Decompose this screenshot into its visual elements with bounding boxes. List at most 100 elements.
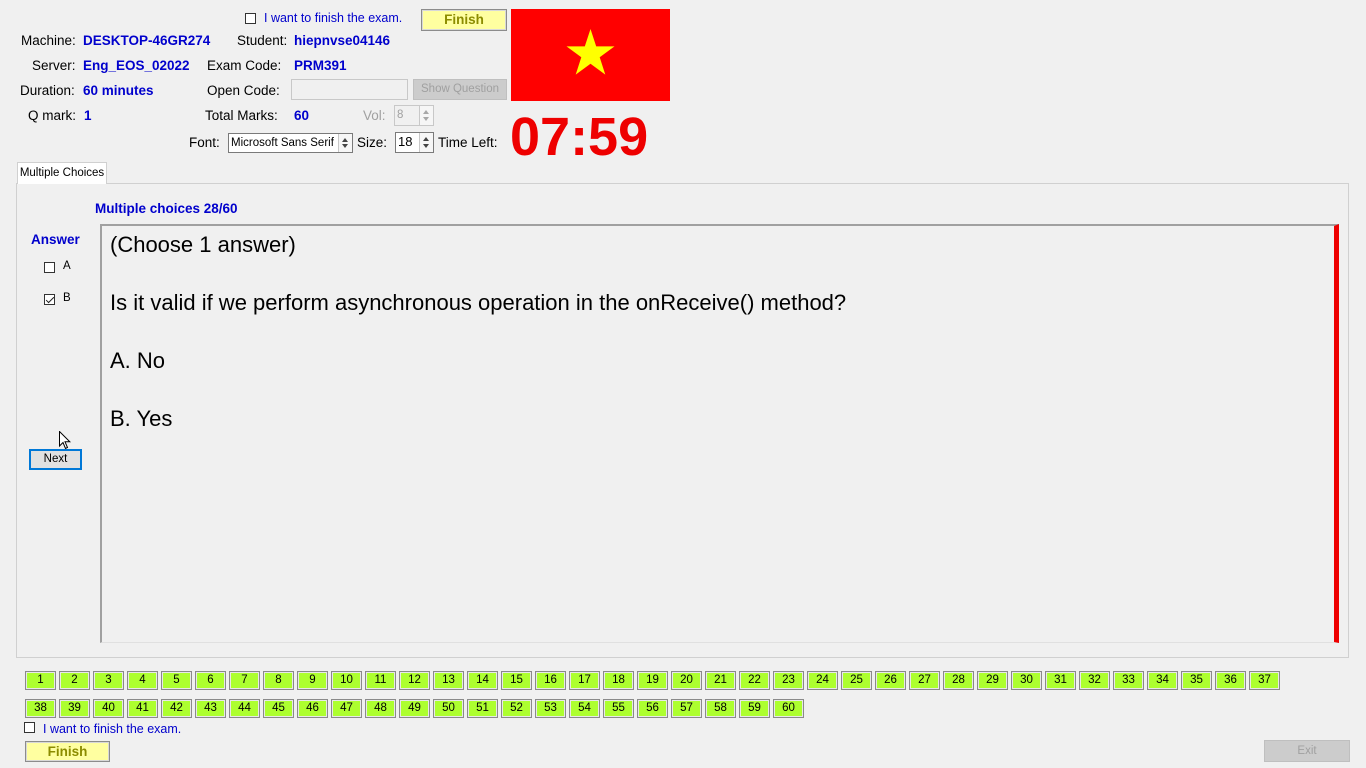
time-left-label: Time Left: xyxy=(438,135,498,150)
machine-label: Machine: xyxy=(21,33,76,48)
question-number-button[interactable]: 23 xyxy=(773,671,804,690)
finish-exam-label-top: I want to finish the exam. xyxy=(264,11,403,25)
vol-spinner[interactable]: 8 xyxy=(394,105,434,126)
question-number-button[interactable]: 56 xyxy=(637,699,668,718)
question-number-button[interactable]: 34 xyxy=(1147,671,1178,690)
question-content-box xyxy=(100,224,1339,643)
question-number-button[interactable]: 8 xyxy=(263,671,294,690)
question-number-button[interactable]: 55 xyxy=(603,699,634,718)
answer-heading: Answer xyxy=(31,232,80,247)
mouse-cursor-icon xyxy=(59,431,71,450)
question-number-button[interactable]: 15 xyxy=(501,671,532,690)
finish-exam-checkbox-top[interactable] xyxy=(245,13,256,24)
font-spinner[interactable]: Microsoft Sans Serif xyxy=(228,133,353,153)
next-button[interactable]: Next xyxy=(29,449,82,470)
question-number-button[interactable]: 7 xyxy=(229,671,260,690)
server-label: Server: xyxy=(32,58,76,73)
question-number-button[interactable]: 40 xyxy=(93,699,124,718)
question-number-button[interactable]: 41 xyxy=(127,699,158,718)
question-number-button[interactable]: 29 xyxy=(977,671,1008,690)
question-number-button[interactable]: 19 xyxy=(637,671,668,690)
finish-exam-label-bottom: I want to finish the exam. xyxy=(43,722,182,736)
vol-spin-arrows-icon[interactable] xyxy=(419,106,433,125)
question-number-button[interactable]: 37 xyxy=(1249,671,1280,690)
question-number-button[interactable]: 10 xyxy=(331,671,362,690)
question-number-button[interactable]: 45 xyxy=(263,699,294,718)
finish-exam-checkbox-bottom[interactable] xyxy=(24,722,35,733)
question-number-button[interactable]: 9 xyxy=(297,671,328,690)
question-number-button[interactable]: 1 xyxy=(25,671,56,690)
size-spinner[interactable]: 18 xyxy=(395,132,434,153)
question-number-button[interactable]: 16 xyxy=(535,671,566,690)
size-value: 18 xyxy=(398,134,413,149)
question-number-button[interactable]: 35 xyxy=(1181,671,1212,690)
question-instruction: (Choose 1 answer) xyxy=(110,232,296,257)
vol-label: Vol: xyxy=(363,108,386,123)
question-number-button[interactable]: 59 xyxy=(739,699,770,718)
size-label: Size: xyxy=(357,135,388,150)
question-number-button[interactable]: 13 xyxy=(433,671,464,690)
question-number-button[interactable]: 11 xyxy=(365,671,396,690)
question-number-button[interactable]: 54 xyxy=(569,699,600,718)
question-number-button[interactable]: 47 xyxy=(331,699,362,718)
duration-value: 60 minutes xyxy=(83,83,154,98)
question-number-button[interactable]: 18 xyxy=(603,671,634,690)
question-number-button[interactable]: 20 xyxy=(671,671,702,690)
question-number-button[interactable]: 51 xyxy=(467,699,498,718)
font-label: Font: xyxy=(189,135,220,150)
question-number-button[interactable]: 17 xyxy=(569,671,600,690)
exit-button[interactable]: Exit xyxy=(1264,740,1350,762)
question-number-button[interactable]: 52 xyxy=(501,699,532,718)
answer-checkbox-a[interactable] xyxy=(44,262,55,273)
total-marks-value: 60 xyxy=(294,108,310,123)
question-number-button[interactable]: 28 xyxy=(943,671,974,690)
exam-code-label: Exam Code: xyxy=(207,58,282,73)
question-number-button[interactable]: 36 xyxy=(1215,671,1246,690)
font-value: Microsoft Sans Serif xyxy=(231,137,334,149)
size-spin-arrows-icon[interactable] xyxy=(419,133,433,152)
question-number-button[interactable]: 24 xyxy=(807,671,838,690)
question-number-button[interactable]: 3 xyxy=(93,671,124,690)
question-number-button[interactable]: 42 xyxy=(161,699,192,718)
question-number-button[interactable]: 27 xyxy=(909,671,940,690)
question-number-button[interactable]: 44 xyxy=(229,699,260,718)
countdown-timer: 07:59 xyxy=(510,107,649,167)
question-number-button[interactable]: 5 xyxy=(161,671,192,690)
finish-button-top[interactable]: Finish xyxy=(421,9,507,31)
question-number-button[interactable]: 22 xyxy=(739,671,770,690)
question-number-button[interactable]: 38 xyxy=(25,699,56,718)
finish-button-bottom[interactable]: Finish xyxy=(25,741,110,762)
font-spin-arrows-icon[interactable] xyxy=(338,134,352,152)
question-number-button[interactable]: 2 xyxy=(59,671,90,690)
question-number-button[interactable]: 14 xyxy=(467,671,498,690)
question-number-button[interactable]: 57 xyxy=(671,699,702,718)
question-number-button[interactable]: 25 xyxy=(841,671,872,690)
show-question-button[interactable]: Show Question xyxy=(413,79,507,100)
question-number-button[interactable]: 60 xyxy=(773,699,804,718)
question-number-button[interactable]: 39 xyxy=(59,699,90,718)
question-number-button[interactable]: 58 xyxy=(705,699,736,718)
tab-multiple-choices[interactable]: Multiple Choices xyxy=(17,162,107,184)
question-number-button[interactable]: 43 xyxy=(195,699,226,718)
question-number-button[interactable]: 12 xyxy=(399,671,430,690)
question-number-button[interactable]: 53 xyxy=(535,699,566,718)
question-number-button[interactable]: 31 xyxy=(1045,671,1076,690)
total-marks-label: Total Marks: xyxy=(205,108,278,123)
question-number-button[interactable]: 46 xyxy=(297,699,328,718)
question-number-button[interactable]: 33 xyxy=(1113,671,1144,690)
answer-checkbox-b[interactable] xyxy=(44,294,55,305)
question-number-button[interactable]: 49 xyxy=(399,699,430,718)
open-code-input[interactable] xyxy=(291,79,408,100)
question-number-button[interactable]: 32 xyxy=(1079,671,1110,690)
question-number-button[interactable]: 26 xyxy=(875,671,906,690)
student-label: Student: xyxy=(237,33,288,48)
question-number-button[interactable]: 21 xyxy=(705,671,736,690)
question-number-button[interactable]: 30 xyxy=(1011,671,1042,690)
student-value: hiepnvse04146 xyxy=(294,33,391,48)
server-value: Eng_EOS_02022 xyxy=(83,58,190,73)
question-number-button[interactable]: 50 xyxy=(433,699,464,718)
question-number-button[interactable]: 6 xyxy=(195,671,226,690)
question-option-b: B. Yes xyxy=(110,406,173,431)
question-number-button[interactable]: 48 xyxy=(365,699,396,718)
question-number-button[interactable]: 4 xyxy=(127,671,158,690)
